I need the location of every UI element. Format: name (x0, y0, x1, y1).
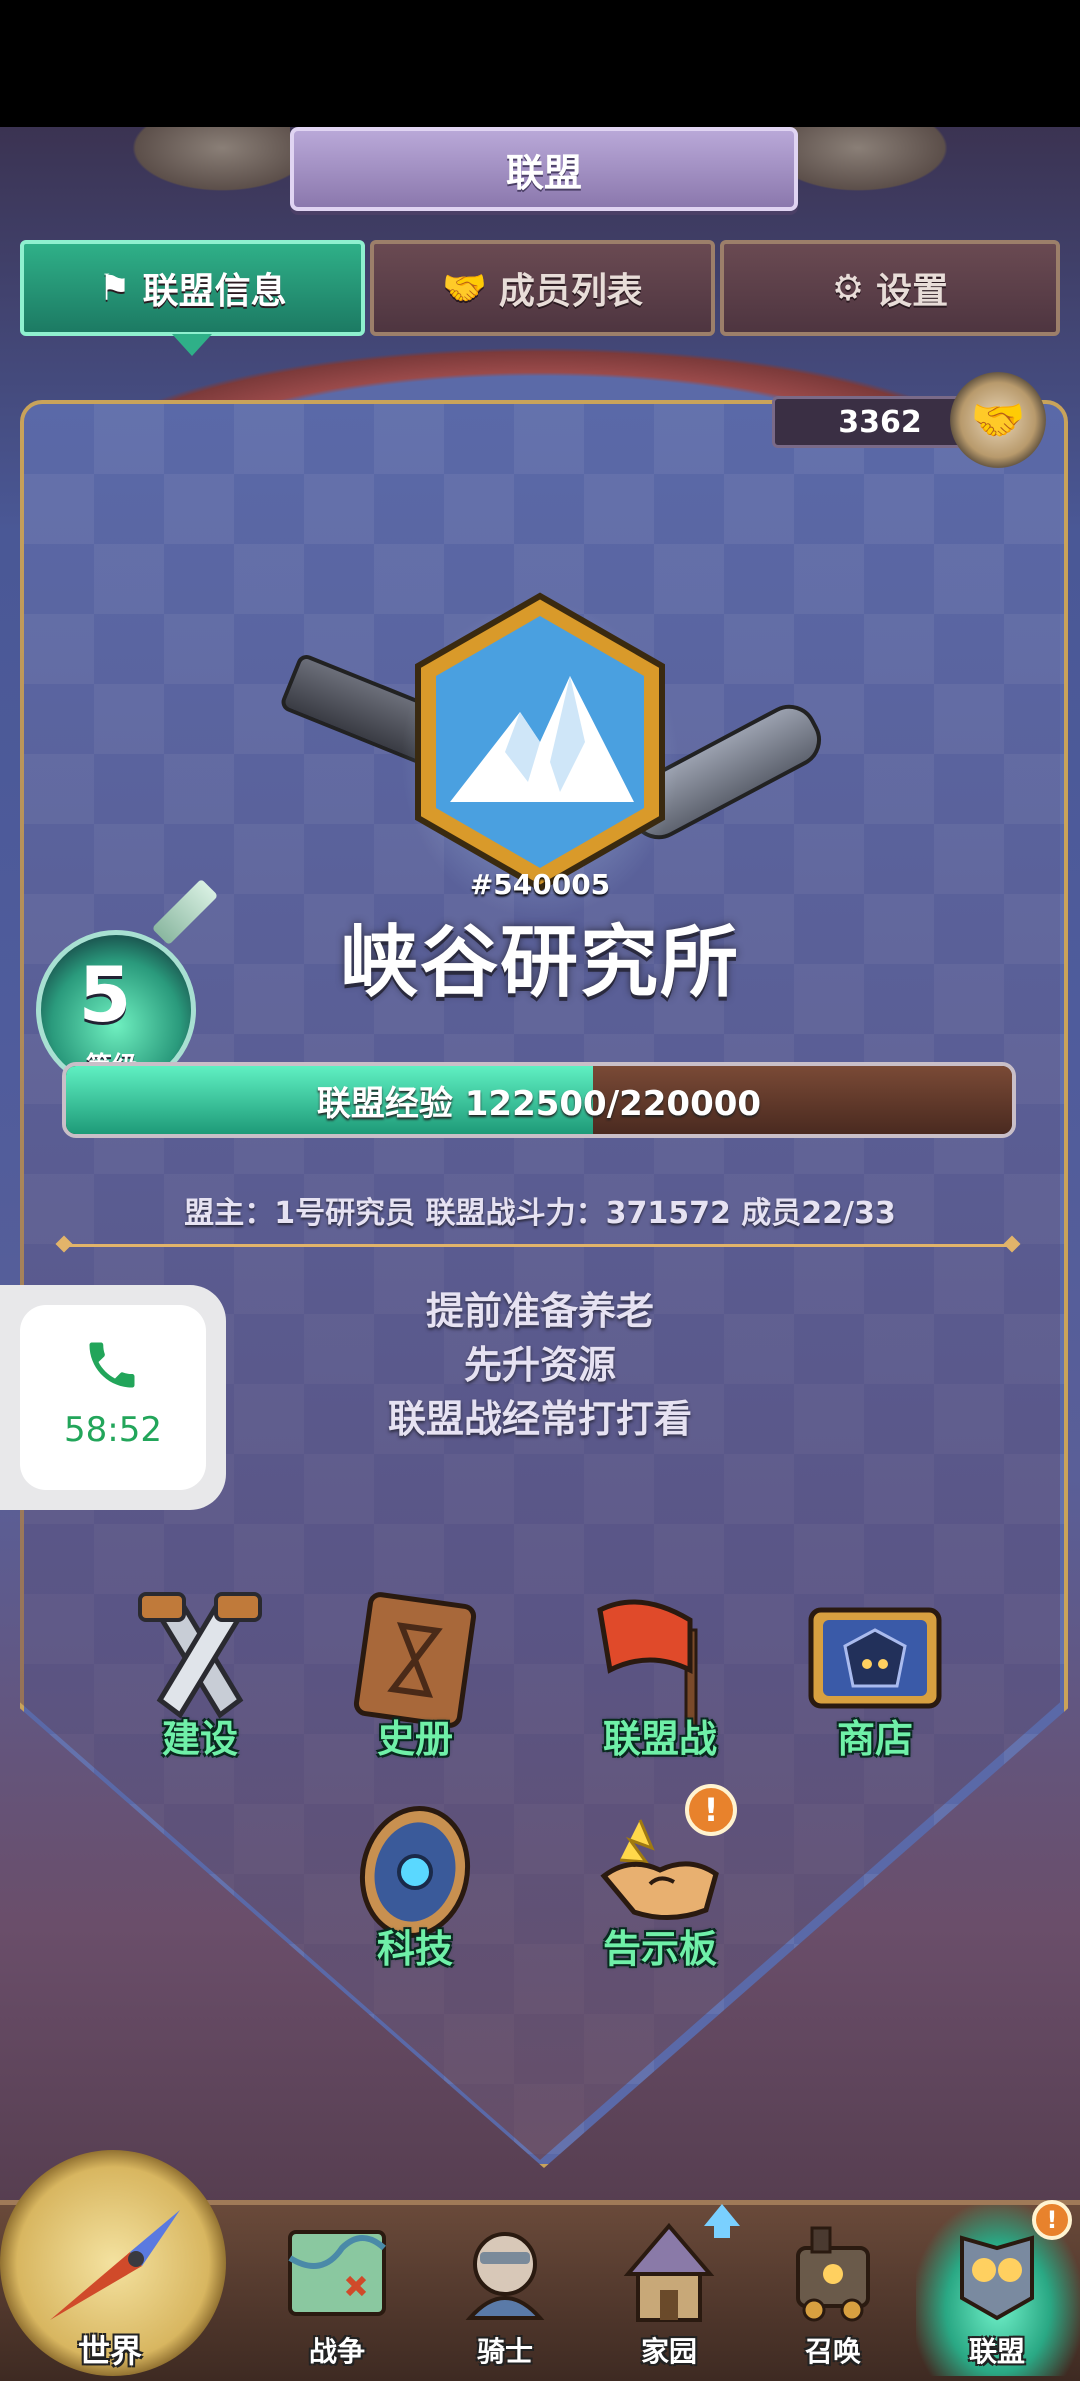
guild-level: 5 (78, 950, 132, 1039)
nav-label: 召唤 (804, 2335, 861, 2368)
feature-technology[interactable]: 科技 (330, 1800, 500, 1990)
feature-label: 史册 (376, 1717, 453, 1761)
nav-home[interactable]: 家园 (594, 2204, 744, 2374)
alert-badge: ! (685, 1784, 737, 1836)
tab-label: 设置 (876, 271, 949, 312)
nav-label: 联盟 (968, 2335, 1025, 2368)
header-ornament-right (790, 127, 960, 197)
handshake-icon: 🤝 (442, 268, 487, 309)
feature-label: 联盟战 (602, 1717, 717, 1761)
feature-label: 科技 (376, 1927, 453, 1971)
alert-badge: ! (1032, 2200, 1072, 2240)
alliance-icon (960, 2235, 1034, 2321)
nav-war[interactable]: 战争 (262, 2204, 412, 2374)
guild-name: 峡谷研究所 (339, 918, 740, 1008)
mountain-emblem-icon[interactable] (410, 592, 670, 892)
exp-text: 联盟经验 122500/220000 (316, 1083, 762, 1124)
page-title: 联盟 (290, 127, 798, 211)
house-icon (623, 2222, 715, 2322)
feature-label: 告示板 (602, 1927, 717, 1971)
announcement-line: 联盟战经常打打看 (387, 1397, 692, 1441)
tab-settings[interactable]: ⚙ 设置 (720, 240, 1060, 336)
compass-needle (50, 2210, 180, 2320)
status-bar (0, 0, 1080, 127)
nav-world[interactable]: 世界 (0, 2150, 230, 2376)
feature-history[interactable]: 史册 (330, 1590, 500, 1780)
tab-bar: ⚑ 联盟信息 🤝 成员列表 ⚙ 设置 (20, 240, 1060, 340)
tab-label: 联盟信息 (142, 271, 287, 312)
flag-icon: ⚑ (98, 267, 131, 309)
handshake-emblem-icon[interactable]: 🤝 (950, 372, 1046, 468)
nav-knight[interactable]: 骑士 (430, 2204, 580, 2374)
nav-alliance[interactable]: 联盟 ! (922, 2200, 1072, 2374)
feature-label: 建设 (161, 1717, 238, 1761)
tab-member-list[interactable]: 🤝 成员列表 (370, 240, 715, 336)
call-widget-card[interactable] (20, 1305, 206, 1490)
announcement-line: 提前准备养老 (425, 1289, 654, 1333)
knight-icon (465, 2232, 545, 2320)
divider (64, 1244, 1012, 1247)
announcement-line: 先升资源 (463, 1343, 616, 1387)
tab-label: 成员列表 (498, 271, 643, 312)
train-icon (796, 2226, 870, 2322)
nav-label: 骑士 (476, 2335, 533, 2368)
tab-alliance-info[interactable]: ⚑ 联盟信息 (20, 240, 365, 336)
map-icon (288, 2230, 387, 2316)
feature-notice-board[interactable]: 告示板 ! (575, 1784, 745, 1990)
header-ornament-left (120, 127, 290, 197)
phone-icon (89, 1342, 135, 1388)
nav-label: 战争 (308, 2335, 365, 2368)
nav-label: 世界 (77, 2332, 142, 2370)
feature-shop[interactable]: 商店 (790, 1590, 960, 1780)
call-timer: 58:52 (64, 1410, 162, 1450)
gear-icon: ⚙ (831, 267, 865, 309)
active-tab-pointer (172, 334, 212, 356)
nav-summon[interactable]: 召唤 (758, 2204, 908, 2374)
feature-alliance-war[interactable]: 联盟战 (575, 1590, 745, 1780)
feature-build[interactable]: 建设 (115, 1590, 285, 1780)
leader-power-members-line: 盟主：1号研究员 联盟战斗力：371572 成员22/33 (184, 1196, 896, 1231)
exp-progress-bar: 联盟经验 122500/220000 (62, 1062, 1016, 1138)
nav-label: 家园 (640, 2335, 697, 2368)
feature-label: 商店 (836, 1717, 913, 1761)
